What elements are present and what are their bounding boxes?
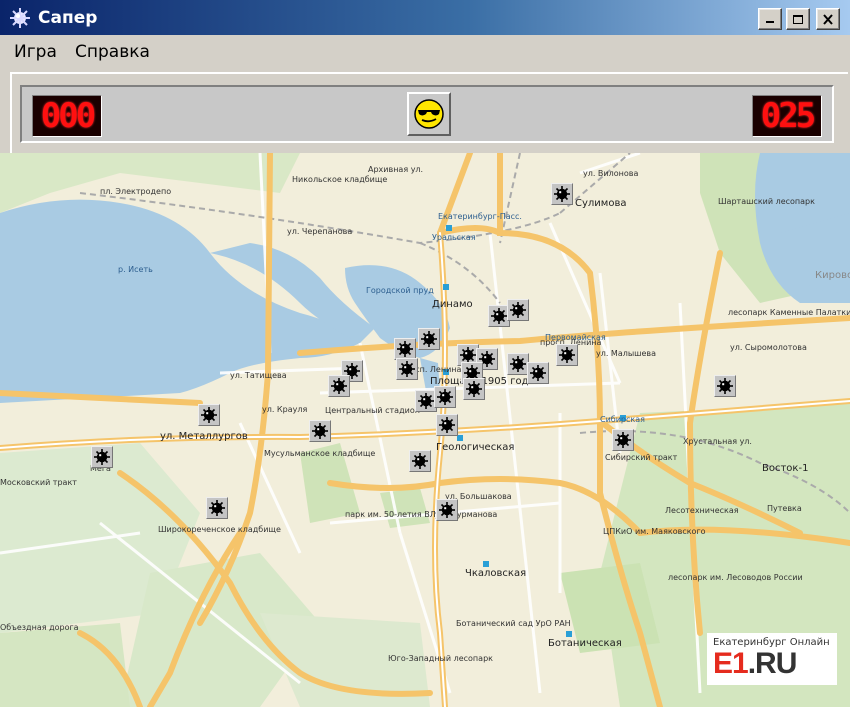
map-label-moscow-trakt: Московский тракт	[0, 478, 77, 487]
logo-e1: E1	[713, 647, 749, 680]
mine-icon[interactable]	[463, 378, 485, 400]
mine-icon[interactable]	[612, 429, 634, 451]
map-background	[0, 153, 850, 707]
close-button[interactable]	[816, 8, 840, 30]
mine-icon[interactable]	[507, 353, 529, 375]
map-label-sulimova: Сулимова	[575, 198, 627, 209]
map-label-chkalovskaya: Чкаловская	[465, 568, 527, 579]
title-bar[interactable]: Сапер	[0, 0, 850, 35]
map-label-iset: р. Исеть	[118, 265, 153, 274]
map-label-lesoparki: лесопарк им. Лесоводов России	[668, 573, 803, 582]
map-label-tspkio: ЦПКиО им. Маяковского	[603, 527, 706, 536]
mine-icon[interactable]	[309, 420, 331, 442]
sunglasses-smiley-icon	[414, 99, 444, 129]
mine-icon[interactable]	[418, 328, 440, 350]
map-label-putevka: Путевка	[767, 504, 802, 513]
e1-logo[interactable]: Екатеринбург Онлайн E1.RU	[707, 633, 837, 685]
maximize-button[interactable]	[786, 8, 810, 30]
map-label-elektrodepo: пл. Электродепо	[100, 187, 172, 196]
menu-help[interactable]: Справка	[75, 42, 150, 62]
map-label-vilonova: ул. Вилонова	[583, 169, 639, 178]
map-label-dinamo: Динамо	[432, 299, 473, 310]
mine-icon[interactable]	[436, 414, 458, 436]
map-label-shirokorechenskoe: Широкореченское кладбище	[158, 525, 281, 534]
map-label-krauya: ул. Крауля	[262, 405, 308, 414]
mine-icon[interactable]	[396, 358, 418, 380]
map-label-malysheva-east: ул. Малышева	[596, 349, 657, 358]
map-label-gorodskoy-prud: Городской пруд	[366, 286, 434, 295]
new-game-button[interactable]	[407, 92, 451, 136]
map-label-siromolotova: ул. Сыромолотова	[730, 343, 807, 352]
logo-main: E1.RU	[713, 647, 798, 681]
menu-bar: Игра Справка	[0, 35, 850, 69]
map-label-yugozapadny: Юго-Западный лесопарк	[388, 654, 493, 663]
map-label-tatishcheva: ул. Татищева	[230, 371, 287, 380]
minimize-icon	[766, 21, 774, 23]
mine-icon[interactable]	[436, 499, 458, 521]
close-icon	[823, 13, 833, 25]
mine-icon[interactable]	[434, 386, 456, 408]
map-label-shartash: Шарташский лесопарк	[718, 197, 815, 206]
map-label-geologicheskaya: Геологическая	[436, 442, 515, 453]
map-label-khrustalnaya: Хрустальная ул.	[683, 437, 752, 446]
maximize-icon	[793, 14, 803, 24]
minesweeper-icon	[10, 7, 30, 28]
map-label-sibirsky: Сибирский тракт	[605, 453, 678, 462]
map-label-pervomayskaya: Первомайская	[545, 333, 606, 342]
map-label-central-stadium: Центральный стадион	[325, 406, 420, 415]
mine-icon[interactable]	[409, 450, 431, 472]
map-label-sibirskaya: Сибирская	[600, 415, 645, 424]
mine-icon[interactable]	[556, 344, 578, 366]
game-field-map[interactable]: ул. Вилонова Сулимова Уральская Екатерин…	[0, 153, 850, 707]
map-label-obyezdnaya: Объездная дорога	[0, 623, 79, 632]
map-label-arkhivnaya: Архивная ул.	[368, 165, 424, 174]
mine-icon[interactable]	[527, 362, 549, 384]
map-label-uralskaya: Уральская	[432, 233, 476, 242]
map-label-muzulmanskoe: Мусульманское кладбище	[264, 449, 376, 458]
map-label-nikolskoe: Никольское кладбище	[292, 175, 388, 184]
minimize-button[interactable]	[758, 8, 782, 30]
map-label-botanicheskiy: Ботанический сад УрО РАН	[456, 619, 571, 628]
mine-icon[interactable]	[328, 375, 350, 397]
menu-game[interactable]: Игра	[14, 42, 57, 62]
logo-ru: .RU	[747, 647, 798, 680]
map-label-vostok: Восток-1	[762, 463, 809, 474]
map-label-lesotekhnicheskaya: Лесотехническая	[665, 506, 739, 515]
mine-icon[interactable]	[714, 375, 736, 397]
mine-icon[interactable]	[91, 446, 113, 468]
mine-icon[interactable]	[507, 299, 529, 321]
mine-icon[interactable]	[394, 338, 416, 360]
timer: 025	[752, 95, 822, 137]
mines-counter: 000	[32, 95, 102, 137]
map-label-kirovsky: Кировс	[815, 270, 850, 281]
map-label-metallurgov: ул. Металлургов	[160, 431, 248, 442]
mine-icon[interactable]	[198, 404, 220, 426]
map-label-cherepanova: ул. Черепанова	[287, 227, 353, 236]
mine-icon[interactable]	[206, 497, 228, 519]
mine-icon[interactable]	[551, 183, 573, 205]
map-label-lesopark: лесопарк Каменные Палатки	[728, 308, 850, 317]
map-label-botanicheskaya: Ботаническая	[548, 638, 622, 649]
map-label-ekb-pass: Екатеринбург-Пасс.	[438, 212, 522, 221]
status-panel: 000 025	[20, 85, 834, 143]
window-title: Сапер	[38, 7, 98, 28]
